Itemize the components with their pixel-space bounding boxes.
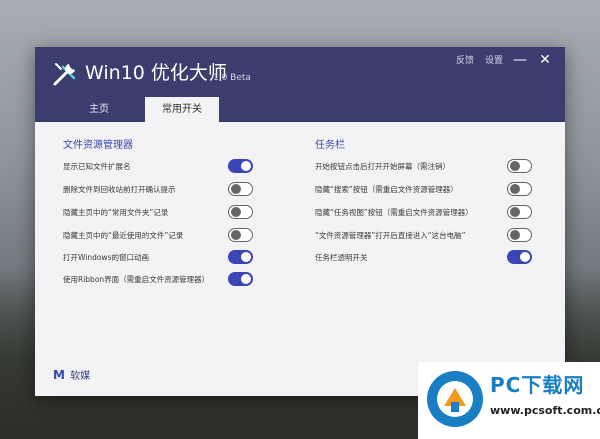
switch-label: “文件资源管理器”打开后直接进入“这台电脑” <box>315 231 466 240</box>
switch-row: 任务栏透明开关 <box>315 250 532 266</box>
app-window: Win10 优化大师 1.0 Beta 反馈 设置 — ✕ 主页 常用开关 文件… <box>35 47 565 396</box>
app-version: 1.0 Beta <box>213 73 251 83</box>
minimize-button[interactable]: — <box>510 51 530 69</box>
toggle-knob <box>510 183 520 194</box>
toggle-show-extensions[interactable] <box>228 159 253 173</box>
toggle-knob <box>231 183 241 194</box>
close-button[interactable]: ✕ <box>535 51 555 69</box>
wrench-screwdriver-logo-icon <box>53 63 76 86</box>
switch-label: 开始按钮点击后打开开始屏幕（需注销） <box>315 162 450 171</box>
ruanmei-logo-icon: M <box>53 368 65 382</box>
section-title-taskbar: 任务栏 <box>315 140 345 151</box>
settings-link[interactable]: 设置 <box>485 55 503 67</box>
switch-label: 隐藏“任务视图”按钮（需重启文件资源管理器） <box>315 208 473 217</box>
pcsoft-watermark: PC下载网 www.pcsoft.com.cn <box>418 362 600 439</box>
toggle-taskbar-transparency[interactable] <box>507 250 532 264</box>
switch-label: 使用Ribbon界面（需重启文件资源管理器） <box>63 275 210 284</box>
switch-row: 隐藏“搜索”按钮（需重启文件资源管理器） <box>315 182 532 198</box>
toggle-hide-task-view-button[interactable] <box>507 205 532 219</box>
brand-name: 软媒 <box>70 371 91 382</box>
toggle-knob <box>510 160 520 171</box>
toggle-knob <box>231 229 241 240</box>
app-title: Win10 优化大师 <box>85 62 227 84</box>
switch-label: 打开Windows的窗口动画 <box>63 253 149 262</box>
toggle-window-animation[interactable] <box>228 250 253 264</box>
section-title-explorer: 文件资源管理器 <box>63 140 133 151</box>
toggle-knob <box>241 161 251 171</box>
toggle-knob <box>231 206 241 217</box>
switch-row: 使用Ribbon界面（需重启文件资源管理器） <box>63 272 253 288</box>
switch-row: 显示已知文件扩展名 <box>63 159 253 175</box>
toggle-open-this-pc[interactable] <box>507 228 532 242</box>
toggle-knob <box>241 252 251 262</box>
pcsoft-logo-icon <box>427 371 483 427</box>
switch-label: 隐藏“搜索”按钮（需重启文件资源管理器） <box>315 185 458 194</box>
switch-row: 隐藏主页中的“最近使用的文件”记录 <box>63 228 253 244</box>
switch-label: 隐藏主页中的“常用文件夹”记录 <box>63 208 169 217</box>
switch-row: 删除文件到回收站前打开确认提示 <box>63 182 253 198</box>
toggle-knob <box>510 229 520 240</box>
toggle-start-screen[interactable] <box>507 159 532 173</box>
title-bar: Win10 优化大师 1.0 Beta 反馈 设置 — ✕ 主页 常用开关 <box>35 47 565 122</box>
switch-row: 打开Windows的窗口动画 <box>63 250 253 266</box>
toggle-knob <box>520 252 530 262</box>
switch-row: “文件资源管理器”打开后直接进入“这台电脑” <box>315 228 532 244</box>
toggle-recycle-confirm[interactable] <box>228 182 253 196</box>
tab-common-switches[interactable]: 常用开关 <box>145 97 219 122</box>
toggle-knob <box>241 274 251 284</box>
toggle-ribbon-ui[interactable] <box>228 272 253 286</box>
switch-row: 隐藏主页中的“常用文件夹”记录 <box>63 205 253 221</box>
watermark-url: www.pcsoft.com.cn <box>490 404 600 417</box>
toggle-hide-frequent-folders[interactable] <box>228 205 253 219</box>
switch-label: 任务栏透明开关 <box>315 253 368 262</box>
ruanmei-brand: M 软媒 <box>53 367 90 383</box>
switch-row: 开始按钮点击后打开开始屏幕（需注销） <box>315 159 532 175</box>
feedback-link[interactable]: 反馈 <box>456 55 474 67</box>
switch-row: 隐藏“任务视图”按钮（需重启文件资源管理器） <box>315 205 532 221</box>
toggle-hide-recent-files[interactable] <box>228 228 253 242</box>
watermark-title: PC下载网 <box>490 373 585 397</box>
tab-home[interactable]: 主页 <box>69 97 129 122</box>
switch-label: 显示已知文件扩展名 <box>63 162 131 171</box>
switch-label: 删除文件到回收站前打开确认提示 <box>63 185 176 194</box>
toggle-hide-search-button[interactable] <box>507 182 532 196</box>
toggle-knob <box>510 206 520 217</box>
switch-label: 隐藏主页中的“最近使用的文件”记录 <box>63 231 184 240</box>
